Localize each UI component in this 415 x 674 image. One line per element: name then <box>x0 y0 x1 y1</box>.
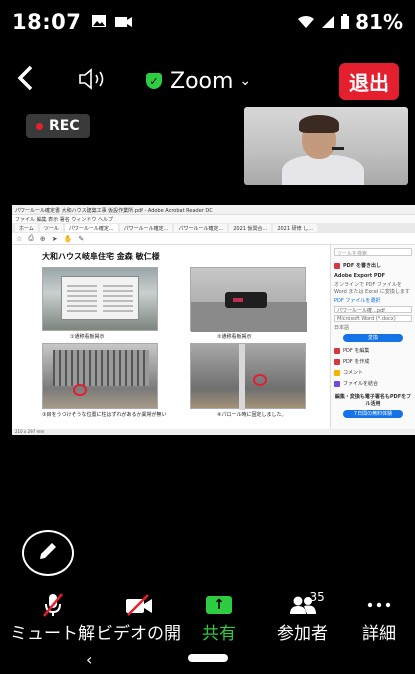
photo-caption: ③目をうつけそうな位置に柱はずれがあるか異常が無い <box>42 412 167 418</box>
pdf-heading: 大和ハウス岐阜住宅 金森 敏仁様 <box>42 252 160 261</box>
shared-menu-bar: ファイル 編集 表示 署名 ウィンドウ ヘルプ <box>12 215 415 223</box>
cursor-icon: ➤ <box>51 234 58 243</box>
shared-toolbar: ☆ ⎙ ⊕ ➤ ✋ ✎ <box>12 233 415 245</box>
photo-signboard <box>42 267 158 331</box>
acrobat-side-panel: ツールを検索 PDF を書き出し Adobe Export PDF オンラインで… <box>330 245 415 429</box>
shield-check-icon: ✓ <box>146 73 162 89</box>
shared-tab: 2021 仮問合... <box>229 224 272 232</box>
shared-tab: 2021 研修 し... <box>273 224 317 232</box>
image-icon <box>91 13 107 32</box>
photo-device <box>190 267 307 332</box>
shared-tab: ホーム <box>15 224 38 232</box>
recording-dot <box>36 122 43 130</box>
file-name-field: パワールール確...pdf <box>334 306 412 314</box>
shared-tab: ツール <box>39 224 63 232</box>
tool-item: ファイルを結合 <box>334 378 412 389</box>
photo-fence-left <box>42 343 158 409</box>
participant-video-thumbnail[interactable] <box>244 107 408 185</box>
back-arrow-icon[interactable] <box>16 64 44 99</box>
meeting-toolbar: ミュート解 ビデオの開 ↑ 共有 35 参加者 詳細 <box>0 590 415 644</box>
meeting-title: Zoom <box>170 68 234 94</box>
nav-home-pill[interactable] <box>188 654 228 662</box>
export-heading: Adobe Export PDF <box>334 273 386 279</box>
participants-label: 参加者 <box>277 624 328 644</box>
shared-tab: パワールール確定... <box>64 224 118 232</box>
pencil-icon <box>37 540 59 566</box>
print-icon: ⎙ <box>28 234 34 242</box>
wifi-icon <box>297 10 315 34</box>
convert-button: 変換 <box>343 334 403 342</box>
more-button[interactable]: 詳細 <box>362 592 396 644</box>
participants-button[interactable]: 35 参加者 <box>277 590 328 644</box>
share-button[interactable]: ↑ 共有 <box>202 592 236 644</box>
participant-body <box>282 155 364 185</box>
select-file-link: PDF ファイルを選択 <box>334 298 381 304</box>
more-label: 詳細 <box>362 624 396 644</box>
comment-icon: ✎ <box>78 234 85 243</box>
language-value: 日本語 <box>334 325 350 331</box>
shared-tab-bar: ホーム ツール パワールール確定... パワールール確定... パワールール確定… <box>12 223 415 233</box>
photo-caption: ①通称看板掲示 <box>70 334 105 340</box>
video-off-icon <box>99 592 179 618</box>
shared-tab: パワールール確定... <box>174 224 228 232</box>
headset-mic <box>332 147 344 150</box>
participants-count: 35 <box>309 590 325 604</box>
share-label: 共有 <box>202 624 236 644</box>
tool-search-input: ツールを検索 <box>334 248 412 257</box>
meeting-top-bar: ✓ Zoom ⌄ 退出 <box>0 55 415 107</box>
status-bar: 18:07 81% <box>0 0 415 44</box>
shared-screen[interactable]: パワールール確定書 大和ハウス建築工事 仮設作業所.pdf - Adobe Ac… <box>12 205 415 435</box>
zoom-icon: ⊕ <box>39 234 46 243</box>
photo-caption: ②通称看板掲示 <box>217 334 252 340</box>
participants-icon: 35 <box>280 590 326 618</box>
video-camera-icon <box>115 13 133 32</box>
shared-window-title: パワールール確定書 大和ハウス建築工事 仮設作業所.pdf - Adobe Ac… <box>12 205 415 215</box>
leave-button[interactable]: 退出 <box>339 62 399 100</box>
photo-caption: ④パロール時に固定しました。 <box>217 412 287 418</box>
tool-item: PDF を作成 <box>334 356 412 367</box>
tool-item: コメント <box>334 367 412 378</box>
hand-icon: ✋ <box>63 234 73 243</box>
pdf-page: 大和ハウス岐阜住宅 金森 敏仁様 ①通称看板掲示 ②通称看板掲示 ③目をうつけそ… <box>12 245 322 429</box>
star-icon: ☆ <box>16 234 23 243</box>
share-up-arrow-icon: ↑ <box>206 592 232 618</box>
meeting-title-menu[interactable]: ✓ Zoom ⌄ <box>146 69 251 94</box>
battery-icon <box>341 10 350 34</box>
recording-badge: REC <box>26 114 90 138</box>
more-dots-icon <box>367 592 391 618</box>
shared-tab: パワールール確定... <box>119 224 173 232</box>
chevron-down-icon: ⌄ <box>239 73 252 89</box>
export-pdf-icon <box>334 262 340 269</box>
clock: 18:07 <box>12 10 82 34</box>
signal-icon <box>321 10 335 34</box>
mic-off-icon <box>18 592 88 618</box>
tool-item: PDF を編集 <box>334 345 412 356</box>
shared-statusbar: 210 x 297 mm <box>12 429 415 435</box>
video-button[interactable]: ビデオの開 <box>96 592 181 644</box>
mute-label: ミュート解 <box>10 624 95 644</box>
recording-label: REC <box>49 118 80 134</box>
annotate-button[interactable] <box>22 530 74 576</box>
participant-hair <box>299 115 339 133</box>
export-description: オンラインで PDF ファイルを Word または Excel に変換します <box>334 282 410 295</box>
format-select: Microsoft Word (*.docx) <box>334 315 412 322</box>
speaker-icon[interactable] <box>78 68 108 94</box>
promo-text: 編集・変換も電子署名もPDFをフル活用 <box>334 394 412 407</box>
video-label: ビデオの開 <box>96 624 181 644</box>
mute-button[interactable]: ミュート解 <box>10 592 95 644</box>
export-pdf-title: PDF を書き出し <box>334 260 412 271</box>
photo-fence-right <box>190 343 306 410</box>
trial-button: 7日間の無料体験 <box>343 410 403 418</box>
nav-back-icon[interactable]: ‹ <box>86 650 92 669</box>
battery-percent: 81% <box>355 10 403 34</box>
system-nav-bar: ‹ <box>0 644 415 674</box>
